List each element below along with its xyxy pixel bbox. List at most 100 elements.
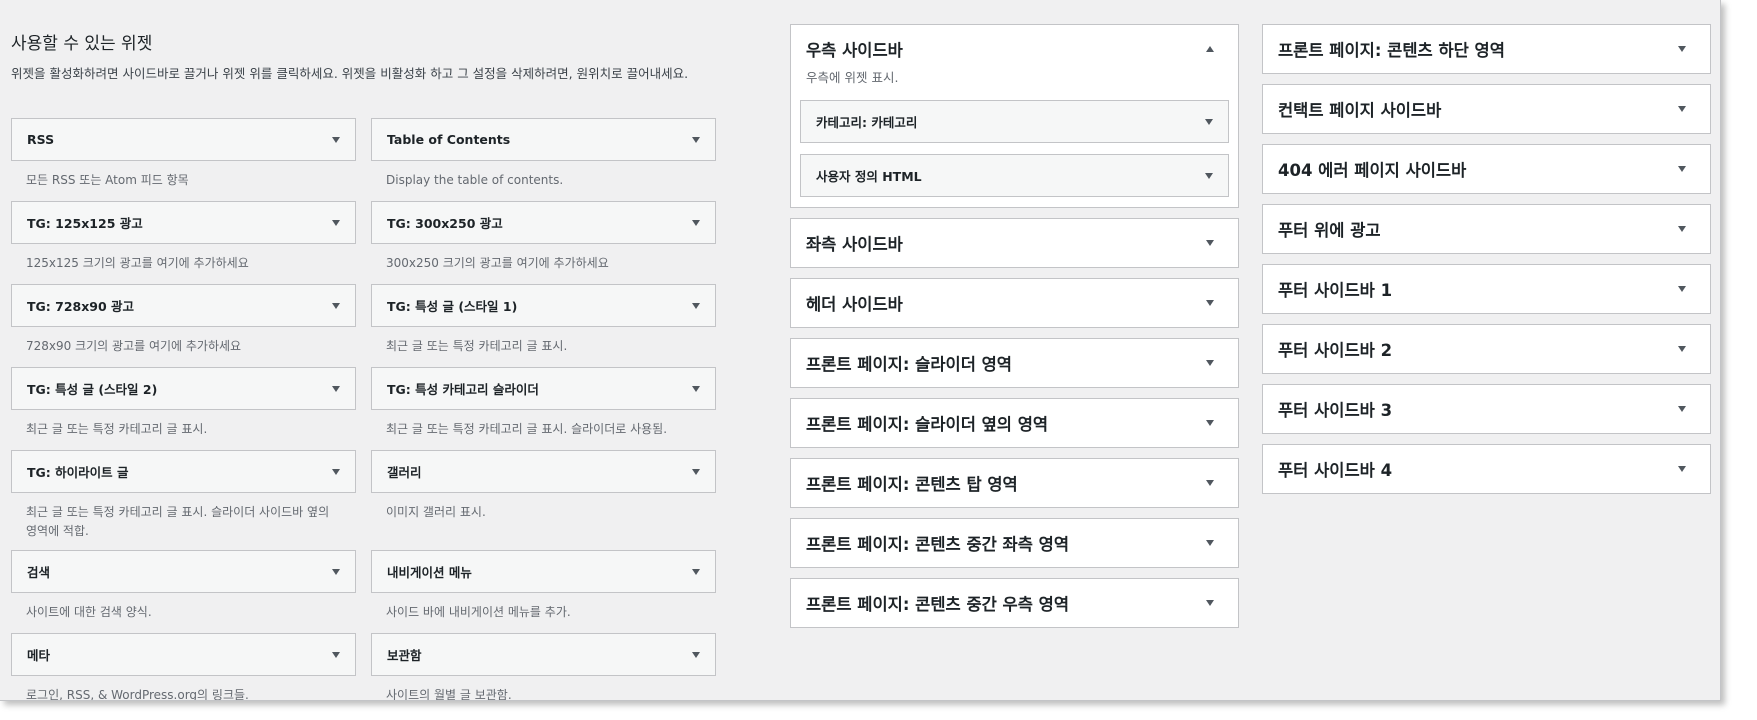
chevron-down-icon[interactable] <box>1206 360 1214 366</box>
widget-title: TG: 특성 카테고리 슬라이더 <box>387 382 539 397</box>
chevron-down-icon[interactable] <box>1678 406 1686 412</box>
chevron-down-icon[interactable] <box>1206 600 1214 606</box>
sidebar-header[interactable]: 좌측 사이드바 <box>791 219 1238 267</box>
widget-tg-300-ad[interactable]: TG: 300x250 광고 <box>371 201 716 244</box>
chevron-down-icon[interactable] <box>692 136 700 143</box>
widget-archives[interactable]: 보관함 <box>371 633 716 676</box>
sidebar-header[interactable]: 프론트 페이지: 슬라이더 옆의 영역 <box>791 399 1238 447</box>
widget-description: 모든 RSS 또는 Atom 피드 항목 <box>26 173 189 187</box>
chevron-down-icon[interactable] <box>1678 466 1686 472</box>
widget-description: 최근 글 또는 특정 카테고리 글 표시. 슬라이더로 사용됨. <box>386 422 668 436</box>
sidebar-header[interactable]: 우측 사이드바 <box>791 25 1238 73</box>
sidebar-name: 푸터 사이드바 1 <box>1278 281 1393 300</box>
sidebar-header-area: 헤더 사이드바 <box>790 278 1239 328</box>
available-widgets-list: RSS 모든 RSS 또는 Atom 피드 항목 Table of Conten… <box>11 118 717 701</box>
widget-item: RSS 모든 RSS 또는 Atom 피드 항목 <box>11 118 356 201</box>
widget-gallery[interactable]: 갤러리 <box>371 450 716 493</box>
sidebar-header[interactable]: 푸터 사이드바 3 <box>1263 385 1710 433</box>
widget-item: 내비게이션 메뉴 사이드 바에 내비게이션 메뉴를 추가. <box>371 550 716 633</box>
chevron-down-icon[interactable] <box>1678 286 1686 292</box>
widget-description: 300x250 크기의 광고를 여기에 추가하세요 <box>386 256 609 270</box>
widget-tg-featured-style1[interactable]: TG: 특성 글 (스타일 1) <box>371 284 716 327</box>
chevron-down-icon[interactable] <box>1206 420 1214 426</box>
sidebar-name: 컨택트 페이지 사이드바 <box>1278 101 1442 120</box>
sidebar-header[interactable]: 프론트 페이지: 콘텐츠 중간 우측 영역 <box>791 579 1238 627</box>
chevron-down-icon[interactable] <box>332 219 340 226</box>
widget-title: TG: 특성 글 (스타일 1) <box>387 299 518 314</box>
widget-title: 메타 <box>27 648 51 663</box>
sidebar-name: 푸터 사이드바 2 <box>1278 341 1393 360</box>
sidebar-widget-category[interactable]: 카테고리: 카테고리 <box>800 100 1229 143</box>
widget-tg-728-ad[interactable]: TG: 728x90 광고 <box>11 284 356 327</box>
sidebar-header[interactable]: 프론트 페이지: 콘텐츠 탑 영역 <box>791 459 1238 507</box>
chevron-down-icon[interactable] <box>1205 118 1213 125</box>
widget-title: Table of Contents <box>387 132 511 147</box>
sidebar-header[interactable]: 프론트 페이지: 콘텐츠 중간 좌측 영역 <box>791 519 1238 567</box>
widget-item: TG: 300x250 광고 300x250 크기의 광고를 여기에 추가하세요 <box>371 201 716 284</box>
widget-tg-highlight[interactable]: TG: 하이라이트 글 <box>11 450 356 493</box>
sidebar-header[interactable]: 푸터 위에 광고 <box>1263 205 1710 253</box>
chevron-down-icon[interactable] <box>692 302 700 309</box>
sidebar-name: 우측 사이드바 <box>806 41 903 60</box>
widget-item: 메타 로그인, RSS, & WordPress.org의 링크들. <box>11 633 356 701</box>
widget-description: 로그인, RSS, & WordPress.org의 링크들. <box>26 688 249 701</box>
sidebar-header[interactable]: 프론트 페이지: 콘텐츠 하단 영역 <box>1263 25 1710 73</box>
widget-title: TG: 특성 글 (스타일 2) <box>27 382 158 397</box>
sidebars-column-2: 프론트 페이지: 콘텐츠 하단 영역 컨택트 페이지 사이드바 404 에러 페… <box>1262 24 1711 504</box>
sidebar-description: 우측에 위젯 표시. <box>806 70 899 85</box>
chevron-down-icon[interactable] <box>1206 480 1214 486</box>
sidebar-front-beside-slider: 프론트 페이지: 슬라이더 옆의 영역 <box>790 398 1239 448</box>
widget-rss[interactable]: RSS <box>11 118 356 161</box>
sidebar-name: 푸터 사이드바 3 <box>1278 401 1393 420</box>
chevron-down-icon[interactable] <box>332 136 340 143</box>
widget-table-of-contents[interactable]: Table of Contents <box>371 118 716 161</box>
widget-nav-menu[interactable]: 내비게이션 메뉴 <box>371 550 716 593</box>
sidebar-header[interactable]: 컨택트 페이지 사이드바 <box>1263 85 1710 133</box>
chevron-down-icon[interactable] <box>692 219 700 226</box>
sidebar-name: 푸터 위에 광고 <box>1278 221 1381 240</box>
widgets-screen: 사용할 수 있는 위젯 위젯을 활성화하려면 사이드바로 끌거나 위젯 위를 클… <box>0 0 1721 701</box>
chevron-down-icon[interactable] <box>332 468 340 475</box>
chevron-down-icon[interactable] <box>1678 346 1686 352</box>
chevron-down-icon[interactable] <box>692 651 700 658</box>
widget-tg-125-ad[interactable]: TG: 125x125 광고 <box>11 201 356 244</box>
widget-title: 사용자 정의 HTML <box>816 169 922 184</box>
chevron-down-icon[interactable] <box>692 568 700 575</box>
sidebar-name: 프론트 페이지: 콘텐츠 하단 영역 <box>1278 41 1505 60</box>
widget-title: 갤러리 <box>387 465 422 480</box>
widget-meta[interactable]: 메타 <box>11 633 356 676</box>
chevron-down-icon[interactable] <box>332 302 340 309</box>
available-widgets-description: 위젯을 활성화하려면 사이드바로 끌거나 위젯 위를 클릭하세요. 위젯을 비활… <box>11 66 689 81</box>
chevron-down-icon[interactable] <box>1206 240 1214 246</box>
widget-description: 이미지 갤러리 표시. <box>386 505 486 519</box>
sidebar-header[interactable]: 푸터 사이드바 2 <box>1263 325 1710 373</box>
sidebar-header[interactable]: 404 에러 페이지 사이드바 <box>1263 145 1710 193</box>
widget-tg-featured-style2[interactable]: TG: 특성 글 (스타일 2) <box>11 367 356 410</box>
chevron-down-icon[interactable] <box>1678 166 1686 172</box>
widget-description: 사이트의 월별 글 보관함. <box>386 688 512 701</box>
sidebar-header[interactable]: 헤더 사이드바 <box>791 279 1238 327</box>
widget-title: TG: 300x250 광고 <box>387 216 503 231</box>
widget-search[interactable]: 검색 <box>11 550 356 593</box>
widget-title: TG: 하이라이트 글 <box>27 465 129 480</box>
widget-item: TG: 특성 카테고리 슬라이더 최근 글 또는 특정 카테고리 글 표시. 슬… <box>371 367 716 450</box>
chevron-down-icon[interactable] <box>1678 226 1686 232</box>
chevron-down-icon[interactable] <box>332 385 340 392</box>
sidebar-header[interactable]: 프론트 페이지: 슬라이더 영역 <box>791 339 1238 387</box>
chevron-down-icon[interactable] <box>692 385 700 392</box>
chevron-down-icon[interactable] <box>1678 46 1686 52</box>
chevron-down-icon[interactable] <box>1678 106 1686 112</box>
widget-tg-category-slider[interactable]: TG: 특성 카테고리 슬라이더 <box>371 367 716 410</box>
sidebar-footer-3: 푸터 사이드바 3 <box>1262 384 1711 434</box>
widget-item: Table of Contents Display the table of c… <box>371 118 716 201</box>
chevron-down-icon[interactable] <box>692 468 700 475</box>
chevron-down-icon[interactable] <box>332 651 340 658</box>
chevron-up-icon[interactable] <box>1206 46 1214 52</box>
chevron-down-icon[interactable] <box>1205 172 1213 179</box>
sidebar-header[interactable]: 푸터 사이드바 1 <box>1263 265 1710 313</box>
sidebar-header[interactable]: 푸터 사이드바 4 <box>1263 445 1710 493</box>
chevron-down-icon[interactable] <box>1206 300 1214 306</box>
chevron-down-icon[interactable] <box>332 568 340 575</box>
chevron-down-icon[interactable] <box>1206 540 1214 546</box>
sidebar-widget-custom-html[interactable]: 사용자 정의 HTML <box>800 154 1229 197</box>
